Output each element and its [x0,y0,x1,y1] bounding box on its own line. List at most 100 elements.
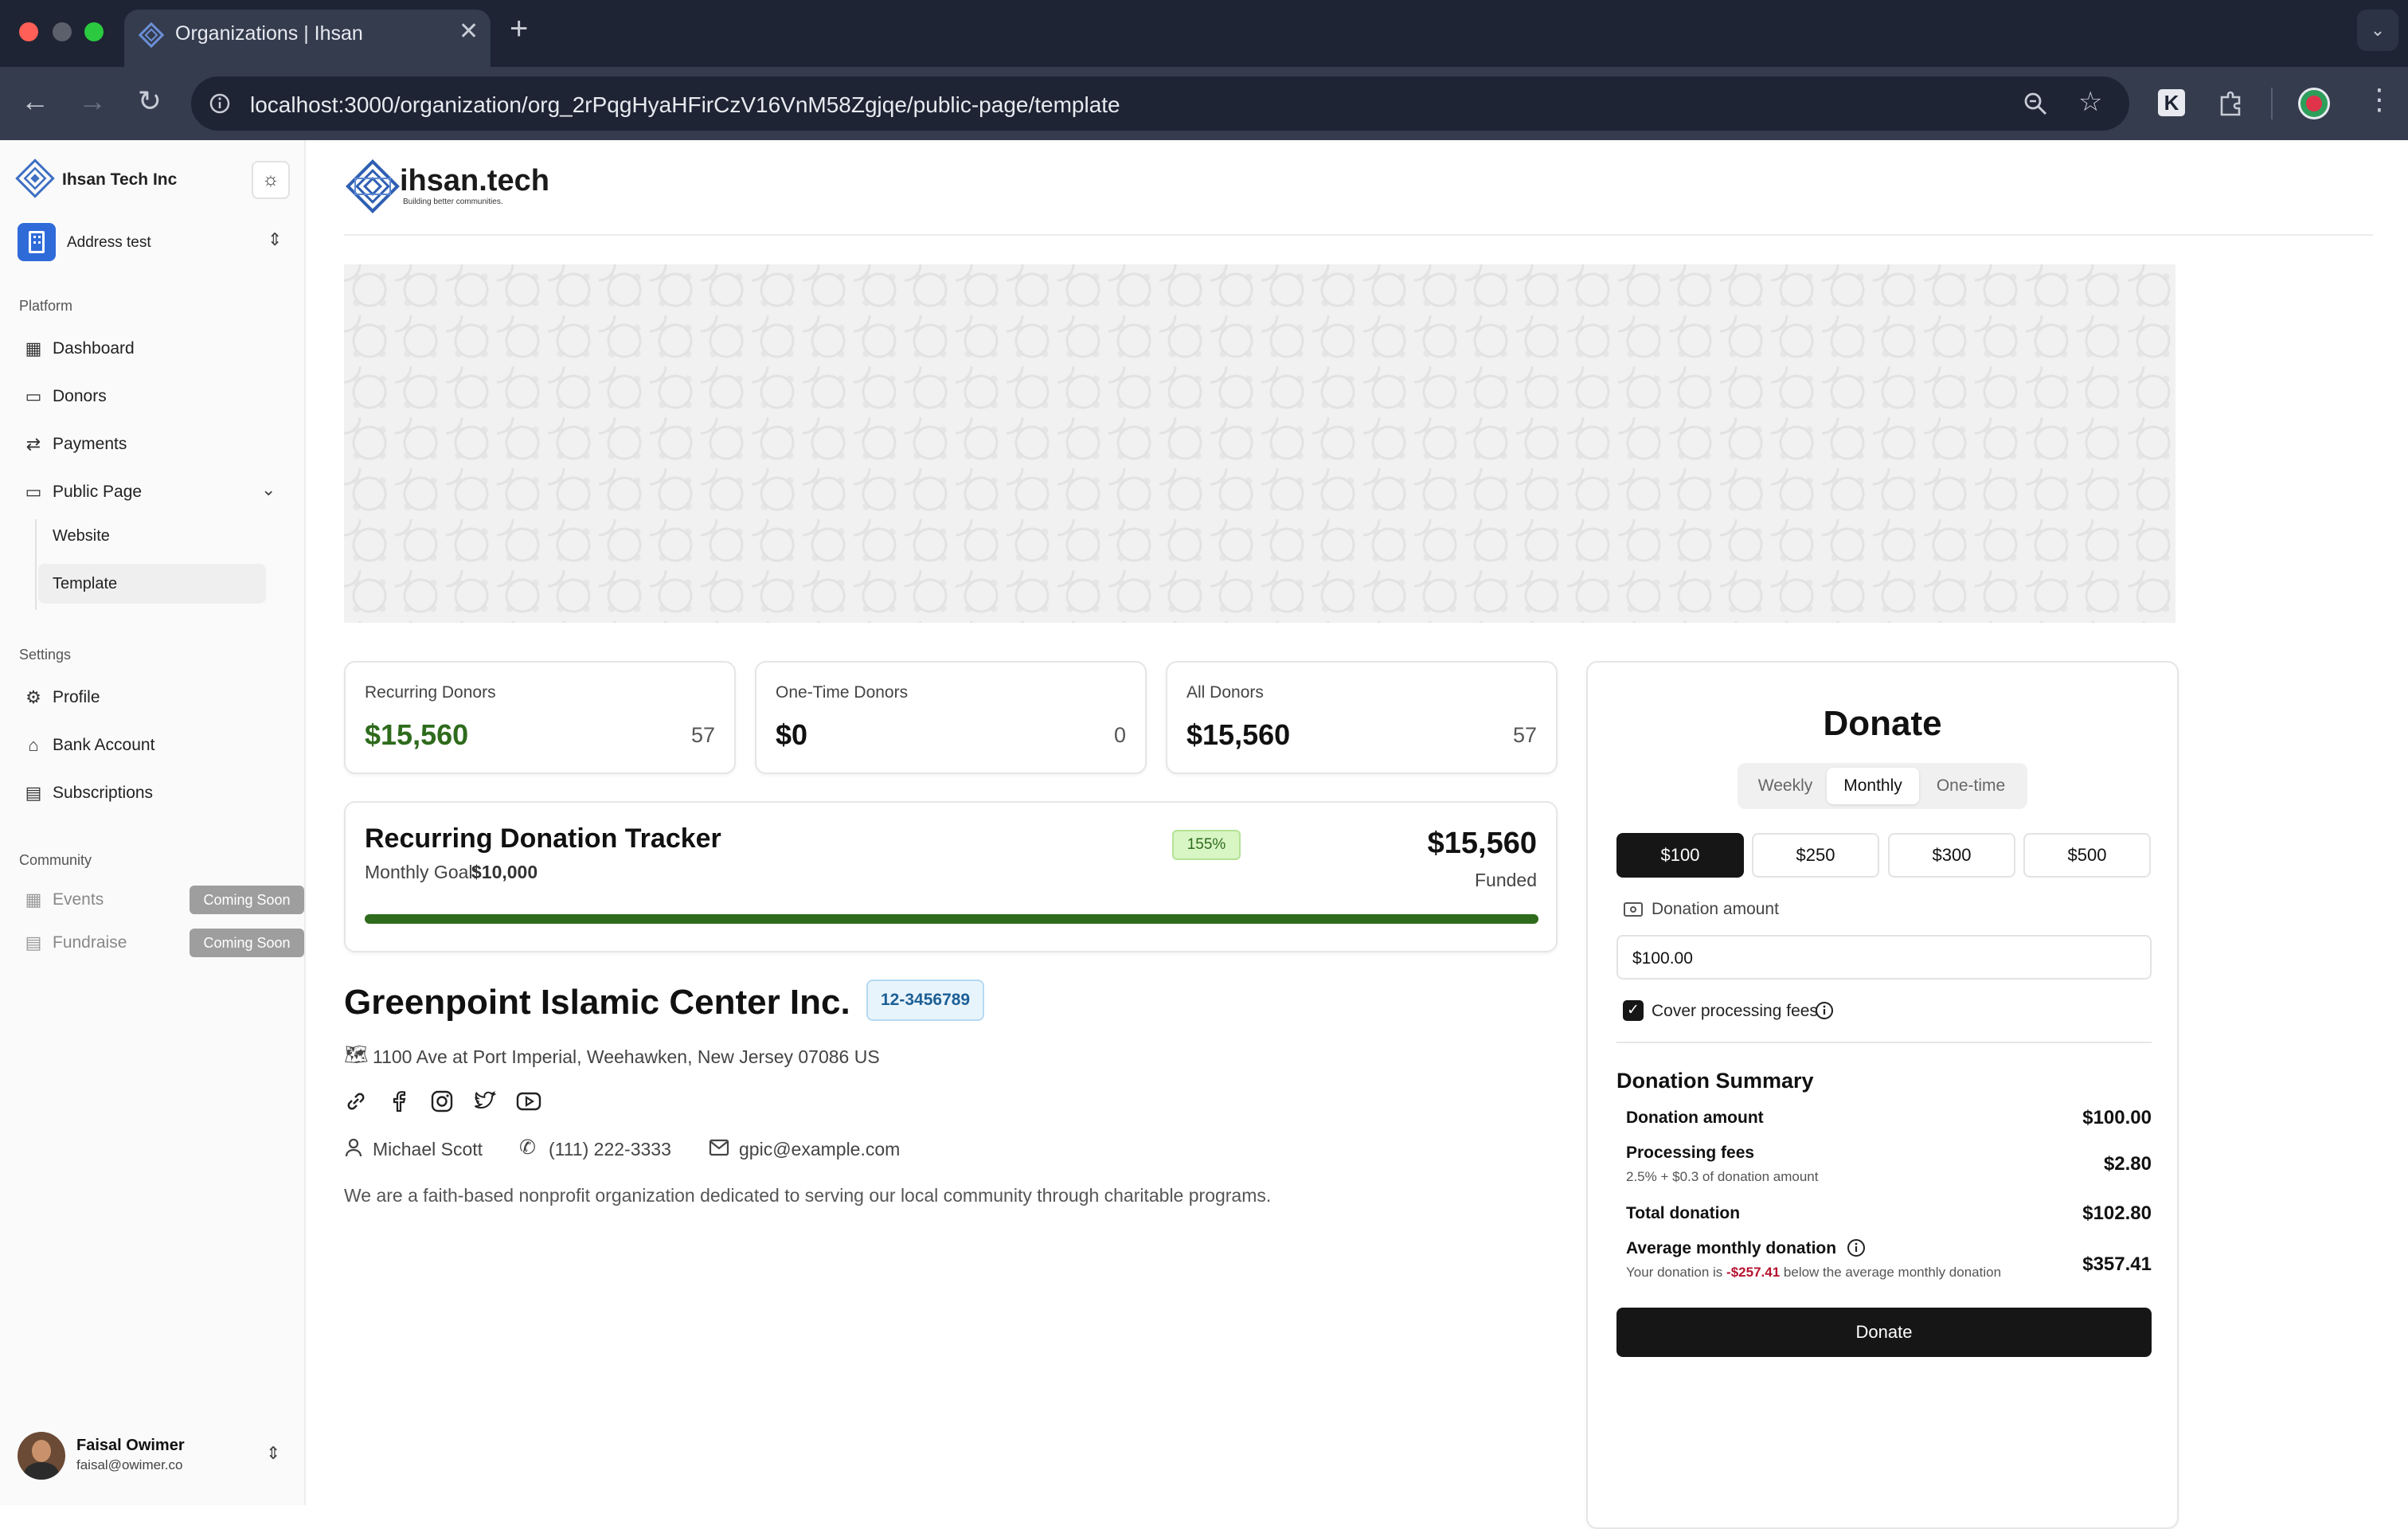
forward-icon[interactable]: → [73,84,111,118]
subitem-label: Template [53,575,118,592]
sidebar-item-profile[interactable]: ⚙ Profile [19,677,290,718]
sidebar-item-donors[interactable]: ▭ Donors [19,376,290,417]
stat-amount: $0 [776,718,808,751]
sidebar-item-public-page[interactable]: ▭ Public Page ⌄ [19,471,290,513]
amount-500-button[interactable]: $500 [2023,833,2151,878]
coming-soon-badge: Coming Soon [190,929,304,957]
new-tab-icon[interactable]: + [510,11,528,47]
stat-label: All Donors [1186,683,1264,702]
summary-row-fees: Processing fees 2.5% + $0.3 of donation … [1626,1140,2152,1188]
summary-value: $100.00 [2082,1107,2152,1128]
summary-value: $2.80 [2103,1153,2152,1175]
contact-email[interactable]: gpic@example.com [739,1139,900,1160]
user-menu[interactable]: Faisal Owimer faisal@owimer.co ⇕ [14,1429,291,1484]
summary-sub: 2.5% + $0.3 of donation amount [1626,1169,1819,1184]
summary-label: Total donation [1626,1204,1741,1222]
sidebar-item-label: Subscriptions [53,784,154,802]
fundraise-icon: ▤ [25,933,42,952]
tab-monthly[interactable]: Monthly [1827,768,1919,804]
zoom-icon[interactable] [2023,91,2048,116]
progress-track [365,914,1538,924]
facebook-icon[interactable] [387,1089,411,1113]
site-info-icon[interactable] [209,92,231,115]
avg-sub-pre: Your donation is [1626,1265,1723,1280]
payments-icon: ⇄ [25,434,41,454]
map-icon: 🗺 [344,1044,369,1066]
donate-title: Donate [1823,704,1942,743]
donate-panel: Donate Weekly Monthly One-time $100 $250… [1586,661,2179,1529]
back-icon[interactable]: ← [16,84,54,118]
dashboard-icon: ▦ [25,338,42,358]
amount-250-button[interactable]: $250 [1752,833,1879,878]
building-icon [18,223,56,261]
workspace-name: Address test [67,234,151,251]
cover-fees-checkbox[interactable]: ✓ [1623,1000,1644,1021]
brand-tagline: Building better communities. [403,197,503,206]
donate-button[interactable]: Donate [1616,1308,2152,1357]
close-window-button[interactable] [19,22,38,41]
donation-amount-input[interactable]: $100.00 [1616,935,2152,980]
header-divider [344,234,2373,236]
percent-badge: 155% [1172,830,1241,860]
amount-300-button[interactable]: $300 [1888,833,2015,878]
sidebar-item-label: Dashboard [53,339,135,358]
info-icon[interactable] [1846,1238,1867,1258]
reload-icon[interactable]: ↻ [131,84,169,118]
profile-avatar-icon[interactable] [2298,88,2330,119]
sidebar-subitem-website[interactable]: Website [38,516,266,556]
contact-phone[interactable]: (111) 222-3333 [549,1139,671,1160]
funded-amount: $15,560 [1427,827,1537,860]
stat-card-all: All Donors $15,560 57 [1166,661,1558,774]
close-tab-icon[interactable]: ✕ [459,18,479,45]
amount-100-button[interactable]: $100 [1616,833,1744,878]
user-icon [345,1138,362,1157]
stat-count: 0 [1113,723,1126,747]
instagram-icon[interactable] [430,1089,454,1113]
browser-tab-active[interactable]: Organizations | Ihsan ✕ [124,10,491,67]
browser-menu-icon[interactable]: ⋮ [2365,83,2394,116]
sidebar-item-payments[interactable]: ⇄ Payments [19,424,290,465]
funded-label: Funded [1474,870,1537,890]
link-icon[interactable] [344,1089,368,1113]
main-content: ihsan.tech Building better communities. … [306,140,2408,1529]
workspace-switcher[interactable]: Address test ⇕ [18,220,290,264]
org-description: We are a faith-based nonprofit organizat… [344,1185,1272,1206]
user-name: Faisal Owimer [76,1437,185,1454]
sidebar-item-bank-account[interactable]: ⌂ Bank Account [19,725,290,766]
address-bar[interactable]: localhost:3000/organization/org_2rPqgHya… [191,76,2129,131]
sidebar-item-subscriptions[interactable]: ▤ Subscriptions [19,772,290,814]
summary-value: $357.41 [2082,1253,2152,1275]
contact-name: Michael Scott [373,1139,483,1159]
summary-title: Donation Summary [1616,1069,1814,1093]
chevron-down-icon[interactable]: ⌄ [261,479,276,500]
twitter-icon[interactable] [473,1089,497,1113]
tab-search-chevron-icon[interactable]: ⌄ [2357,10,2398,51]
subitem-label: Website [53,527,110,545]
info-icon[interactable] [1814,1000,1835,1021]
youtube-icon[interactable] [516,1089,541,1113]
sidebar-item-label: Bank Account [53,736,155,754]
donation-amount-label: Donation amount [1652,900,1779,918]
public-page-icon: ▭ [25,482,42,502]
sidebar-subitem-template[interactable]: Template [38,564,266,604]
calendar-icon: ▦ [25,890,42,909]
url-text[interactable]: localhost:3000/organization/org_2rPqgHya… [250,92,1120,118]
donation-tracker-card: Recurring Donation Tracker Monthly Goal:… [344,801,1558,952]
sidebar-item-dashboard[interactable]: ▦ Dashboard [19,328,290,370]
sidebar-item-events: ▦ Events Coming Soon [19,879,304,921]
summary-label: Processing fees [1626,1144,1755,1162]
org-title: Greenpoint Islamic Center Inc. [344,983,850,1022]
tab-one-time[interactable]: One-time [1921,768,2021,804]
stat-card-one-time: One-Time Donors $0 0 [755,661,1147,774]
extension-k-icon[interactable]: K [2158,89,2185,116]
minimize-window-button[interactable] [53,22,72,41]
theme-toggle-sun-icon[interactable]: ☼ [252,161,290,199]
bank-icon: ⌂ [28,735,39,755]
maximize-window-button[interactable] [84,22,104,41]
tab-weekly[interactable]: Weekly [1744,768,1827,804]
bookmark-star-icon[interactable]: ☆ [2078,86,2102,118]
community-section-title: Community [19,852,92,868]
stat-label: One-Time Donors [776,683,909,702]
extensions-puzzle-icon[interactable] [2215,88,2246,118]
cover-fees-label[interactable]: Cover processing fees [1652,1002,1818,1021]
